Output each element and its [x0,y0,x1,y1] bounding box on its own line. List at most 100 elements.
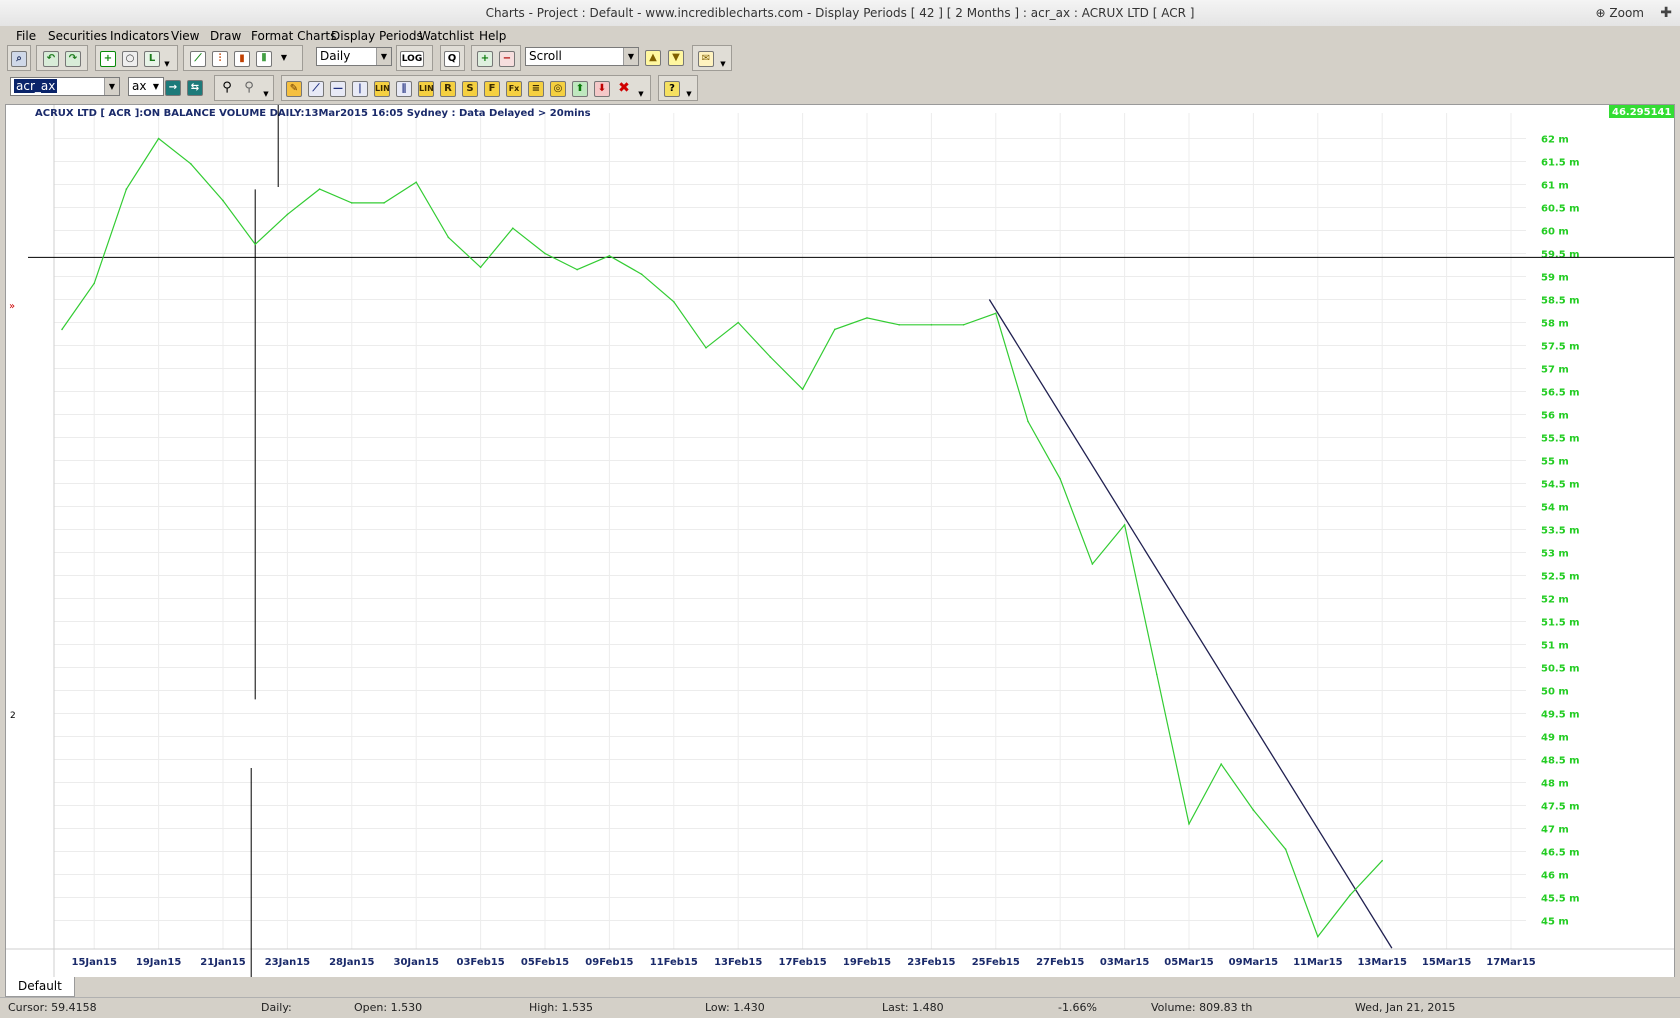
fibonacci-ext-icon[interactable]: Fx [506,81,522,97]
support-icon[interactable]: S [462,81,478,97]
chevron-down-icon: ▼ [376,48,391,65]
trendline-icon[interactable]: ⟋ [308,81,324,97]
draw-tool-lin-icon[interactable]: LIN [374,81,390,97]
obv-point [801,388,804,391]
scroll-up-icon[interactable]: ▲ [645,50,661,66]
tab-default[interactable]: Default [5,977,75,997]
ellipse-icon[interactable]: ◎ [550,81,566,97]
y-tick-label: 60.5 m [1541,204,1580,215]
resistance-label: R [444,83,452,94]
obv-point [383,202,385,204]
obv-point [544,252,546,255]
y-tick-label: 54.5 m [1541,480,1580,491]
obv-point [576,268,578,271]
toolbar-group-cursor: + ○ L ▼ [95,45,178,71]
resistance-icon[interactable]: R [440,81,456,97]
redo-icon[interactable]: ↷ [65,51,81,67]
exchange-select[interactable]: ax ▼ [128,77,164,96]
line-chart-icon[interactable]: ⟋ [190,51,206,67]
fibonacci-icon[interactable]: F [484,81,500,97]
buy-arrow-icon[interactable]: ⬆ [572,81,588,97]
x-tick-label: 23Feb15 [907,957,955,968]
help-pointer-icon[interactable]: ? [664,81,680,97]
toolbar-group-help: ? ▼ [658,75,698,101]
scroll-down-icon[interactable]: ▼ [668,50,684,66]
sell-arrow-icon[interactable]: ⬇ [594,81,610,97]
chart-panel[interactable]: 45 m 45.5 m 46 m 46.5 m 47 m 47.5 m 48 m 48.5 m… [5,104,1680,978]
y-tick-label: 61 m [1541,181,1569,192]
toolbar-group-draw: ✎ ⟋ — | LIN ∥ LIN R S F Fx ≡ ◎ ⬆ ⬇ ✖ ▼ [281,75,651,101]
obv-point [1188,823,1190,825]
toolbar-overflow-icon[interactable]: ▼ [637,90,645,98]
chart-type-dropdown-icon[interactable]: ▼ [276,51,292,67]
x-tick-label: 25Feb15 [972,957,1020,968]
horizontal-line-icon[interactable]: — [330,81,346,97]
toolbar-group-log: LOG [396,45,433,71]
x-tick-label: 09Feb15 [585,957,633,968]
draw-tool-lin2-label: LIN [419,84,434,93]
obv-point [995,312,997,315]
y-tick-label: 45 m [1541,917,1569,928]
undo-icon[interactable]: ↶ [43,51,59,67]
toolbar-overflow-icon[interactable]: ▼ [719,60,727,68]
scroll-mode-select[interactable]: Scroll StockScreen ▼ [525,47,639,66]
remove-chart-icon[interactable]: − [499,51,515,67]
mail-icon[interactable]: ✉ [698,51,714,67]
draw-tool-lin2-icon[interactable]: LIN [418,81,434,97]
chart-canvas[interactable]: 45 m 45.5 m 46 m 46.5 m 47 m 47.5 m 48 m 48.5 m… [6,105,1680,977]
y-tick-label: 48 m [1541,779,1569,790]
obv-point [1091,563,1094,565]
y-tick-label: 53.5 m [1541,526,1580,537]
fibonacci-label: F [488,83,496,94]
toolbar-group-find: ⚲ ⚲ ▼ [214,75,274,101]
x-tick-label: 19Feb15 [843,957,891,968]
project-tabbar: Default [0,977,1680,997]
zoom-icon: ⊕ [1595,6,1606,20]
log-icon[interactable]: LOG [400,51,424,67]
print-preview-icon[interactable]: Q [444,51,460,67]
bar-chart-icon[interactable]: ⫶ [212,51,228,67]
trendline-layer [988,299,1393,949]
log-label: LOG [401,54,423,64]
panel-marker-icon[interactable]: » [9,301,15,312]
pencil-icon[interactable]: ✎ [286,81,302,97]
y-tick-label: 47.5 m [1541,802,1580,813]
main-toolbar: ⌕ ↶ ↷ + ○ L ▼ ⟋ ⫶ ▮ ⫴ ▼ Daily ▼ LOG Q + … [0,43,1680,73]
back-icon[interactable]: ⇆ [187,80,203,96]
status-last: Last: 1.480 [882,1001,944,1014]
compare-icon[interactable]: ⚲ [241,81,257,97]
toolbar-group-zoom: ⌕ [7,45,31,71]
toolbar-overflow-icon[interactable]: ▼ [262,90,270,98]
zoom-button[interactable]: ⊕ Zoom [1596,0,1644,26]
find-icon[interactable]: ⚲ [219,81,235,97]
delete-icon[interactable]: ✖ [616,81,632,97]
obv-point [351,202,353,204]
toolbar-group-chart-type: ⟋ ⫶ ▮ ⫴ ▼ [183,45,303,71]
obv-point [1156,673,1158,676]
security-select[interactable]: acr_ax ▼ [10,77,120,96]
obv-point [415,181,418,183]
candle-chart-icon[interactable]: ▮ [234,51,250,67]
toolbar-overflow-icon[interactable]: ▼ [163,60,171,68]
y-tick-label: 47 m [1541,825,1569,836]
magnifier-icon[interactable]: ⌕ [11,51,27,67]
y-tick-label: 59 m [1541,273,1569,284]
forward-icon[interactable]: → [165,80,181,96]
vertical-line-icon[interactable]: | [352,81,368,97]
y-tick-label: 60 m [1541,227,1569,238]
x-tick-label: 23Jan15 [265,957,310,968]
info-icon[interactable]: ○ [122,51,138,67]
layout-icon[interactable]: L [144,51,160,67]
security-value: acr_ax [14,79,58,93]
toolbar-overflow-icon[interactable]: ▼ [685,90,693,98]
hloc-icon[interactable]: ⫴ [256,51,272,67]
add-chart-icon[interactable]: + [477,51,493,67]
text-icon[interactable]: ≡ [528,81,544,97]
obv-point [769,356,772,358]
scroll-mode-value: Scroll StockScreen [529,49,562,63]
crosshair-icon[interactable]: + [100,51,116,67]
period-select[interactable]: Daily ▼ [316,47,392,66]
obv-point [1317,935,1319,938]
parallel-line-icon[interactable]: ∥ [396,81,412,97]
close-window-icon[interactable]: ✚ [1660,0,1672,26]
